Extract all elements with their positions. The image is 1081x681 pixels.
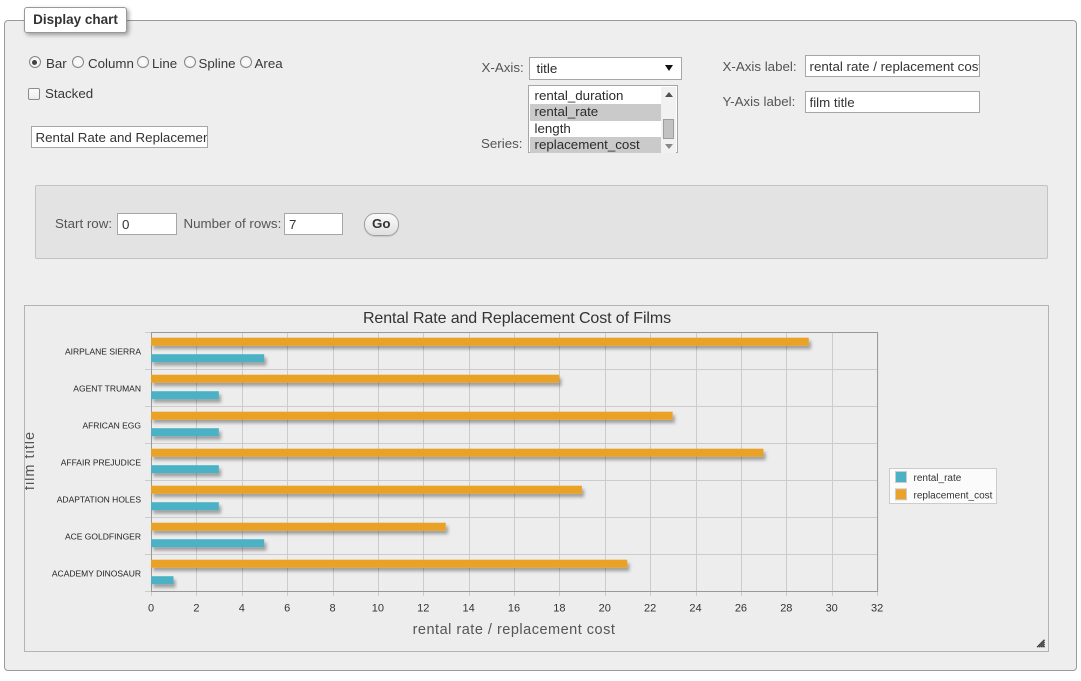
svg-text:4: 4 <box>239 603 245 615</box>
svg-text:AIRPLANE SIERRA: AIRPLANE SIERRA <box>65 347 141 357</box>
svg-text:16: 16 <box>508 603 520 615</box>
svg-text:22: 22 <box>644 603 656 615</box>
svg-text:AFRICAN EGG: AFRICAN EGG <box>82 421 141 431</box>
svg-text:replacement_cost: replacement_cost <box>914 490 993 501</box>
svg-text:10: 10 <box>372 603 384 615</box>
svg-text:24: 24 <box>689 603 701 615</box>
svg-text:AFFAIR PREJUDICE: AFFAIR PREJUDICE <box>61 458 142 468</box>
svg-text:rental_rate: rental_rate <box>914 473 962 484</box>
svg-text:ACE GOLDFINGER: ACE GOLDFINGER <box>65 532 141 542</box>
svg-text:12: 12 <box>417 603 429 615</box>
svg-text:6: 6 <box>284 603 290 615</box>
svg-text:32: 32 <box>871 603 883 615</box>
svg-text:18: 18 <box>553 603 565 615</box>
svg-text:Rental Rate and Replacement Co: Rental Rate and Replacement Cost of Film… <box>363 310 671 327</box>
svg-text:AGENT TRUMAN: AGENT TRUMAN <box>73 384 141 394</box>
svg-text:film title: film title <box>25 431 38 490</box>
svg-text:ADAPTATION HOLES: ADAPTATION HOLES <box>57 495 142 505</box>
svg-text:2: 2 <box>193 603 199 615</box>
svg-text:20: 20 <box>599 603 611 615</box>
svg-text:ACADEMY DINOSAUR: ACADEMY DINOSAUR <box>52 569 141 579</box>
svg-text:8: 8 <box>329 603 335 615</box>
svg-text:28: 28 <box>780 603 792 615</box>
svg-text:rental rate / replacement cost: rental rate / replacement cost <box>413 622 616 638</box>
svg-text:30: 30 <box>826 603 838 615</box>
svg-text:26: 26 <box>735 603 747 615</box>
svg-text:14: 14 <box>463 603 475 615</box>
svg-text:0: 0 <box>148 603 154 615</box>
